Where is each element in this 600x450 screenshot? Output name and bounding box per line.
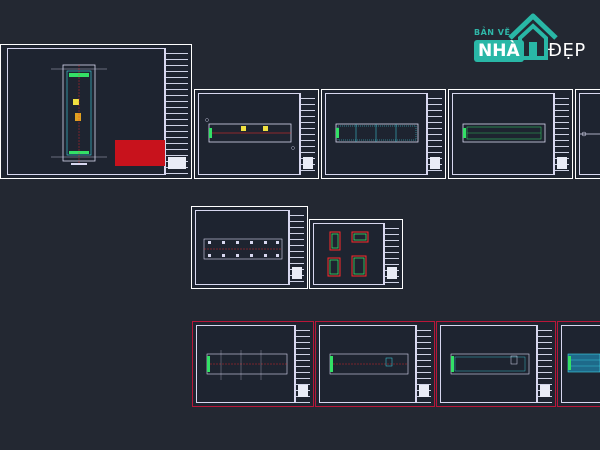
roof-plan-drawing	[457, 116, 551, 152]
red-notes-box	[115, 140, 165, 166]
title-block	[427, 93, 442, 175]
site-plan-drawing	[49, 59, 109, 169]
title-block	[554, 93, 569, 175]
title-block	[537, 325, 552, 403]
layout-sheet-elevation-3[interactable]	[436, 321, 556, 407]
layout-sheet-elevation-1[interactable]	[192, 321, 314, 407]
title-block	[300, 93, 315, 175]
logo-highlight-text: NHÀ	[474, 40, 524, 62]
logo-suffix-text: ĐẸP	[548, 40, 586, 61]
title-block	[384, 223, 399, 285]
layout-sheet-plan-1[interactable]	[194, 89, 319, 179]
layout-sheet-cover[interactable]	[0, 44, 192, 179]
title-block	[416, 325, 431, 403]
title-block	[289, 210, 304, 285]
partial-plan-drawing	[580, 124, 600, 144]
floor-plan-drawing	[203, 116, 297, 152]
layout-sheet-plan-2[interactable]	[321, 89, 446, 179]
cad-model-space[interactable]: BẢN VẼ NHÀ ĐẸP	[0, 0, 600, 450]
elevation-drawing	[201, 344, 293, 388]
logo-top-text: BẢN VẼ	[474, 28, 511, 37]
elevation-drawing	[445, 344, 535, 388]
floor-plan-drawing	[330, 116, 424, 152]
foundation-plan-drawing	[198, 227, 288, 273]
layout-sheet-elevation-4[interactable]	[557, 321, 600, 407]
layout-sheet-plan-3[interactable]	[448, 89, 573, 179]
structural-details-drawing	[318, 226, 384, 284]
layout-sheet-plan-4[interactable]	[575, 89, 600, 179]
title-block	[165, 48, 188, 175]
layout-sheet-elevation-2[interactable]	[315, 321, 435, 407]
layout-sheet-details[interactable]	[309, 219, 403, 289]
layout-sheet-foundation[interactable]	[191, 206, 308, 289]
elevation-drawing	[324, 344, 414, 388]
elevation-drawing-partial	[564, 348, 600, 378]
title-block	[295, 325, 310, 403]
site-logo: BẢN VẼ NHÀ ĐẸP	[470, 6, 594, 68]
